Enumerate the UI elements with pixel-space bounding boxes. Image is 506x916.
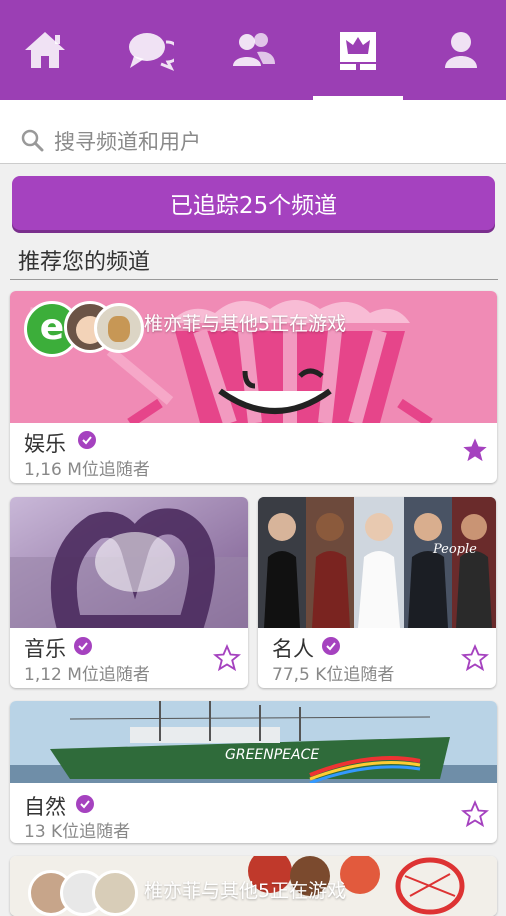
star-outline-icon[interactable] [461,800,489,828]
verified-icon [322,637,340,655]
star-filled-icon[interactable] [461,436,489,464]
crown-channels-icon [340,32,376,70]
channel-card-music[interactable]: 音乐 1,12 M位追随者 [10,497,248,688]
svg-text:GREENPEACE: GREENPEACE [225,747,319,763]
nature-banner-image: GREENPEACE [10,701,497,783]
followed-channels-button[interactable]: 已追踪25个频道 [12,176,495,230]
user-avatar [94,303,144,353]
music-banner-image [10,497,248,628]
channel-card-sports[interactable]: 椎亦菲与其他5正在游戏 [10,856,497,916]
top-nav-bar [0,0,506,100]
followers-count: 1,12 M位追随者 [24,665,150,685]
chat-icon [129,33,174,71]
tab-home[interactable] [0,0,90,100]
tab-chat[interactable] [105,0,195,100]
verified-icon [74,637,92,655]
star-outline-icon[interactable] [461,644,489,672]
verified-icon [78,431,96,449]
channel-name: 音乐 [24,637,66,661]
channel-name: 娱乐 [24,432,66,456]
user-avatar [92,870,138,916]
followers-count: 1,16 M位追随者 [24,460,150,480]
friends-icon [233,33,275,66]
followers-count: 77,5 K位追随者 [272,665,395,685]
search-input[interactable]: 搜寻频道和用户 [54,126,201,156]
svg-text:People: People [432,542,477,557]
search-icon [21,129,44,152]
channel-name: 名人 [272,637,314,661]
followers-count: 13 K位追随者 [24,822,131,842]
star-outline-icon[interactable] [213,644,241,672]
playing-now-label: 椎亦菲与其他5正在游戏 [144,880,347,902]
section-title: 推荐您的频道 [18,250,151,275]
channel-card-celebrities[interactable]: People 名人 77,5 K位追随者 [258,497,496,688]
profile-icon [445,32,477,68]
tab-channels[interactable] [313,0,403,100]
verified-icon [76,795,94,813]
tab-friends[interactable] [208,0,298,100]
home-icon [25,32,65,68]
section-divider [10,279,498,280]
playing-now-label: 椎亦菲与其他5正在游戏 [144,313,347,335]
celebrities-banner-image: People [258,497,496,628]
channel-card-nature[interactable]: GREENPEACE 自然 13 K位追随者 [10,701,497,843]
channel-card-entertainment[interactable]: e 椎亦菲与其他5正在游戏 娱乐 1,16 M位追随者 [10,291,497,483]
tab-profile[interactable] [416,0,506,100]
